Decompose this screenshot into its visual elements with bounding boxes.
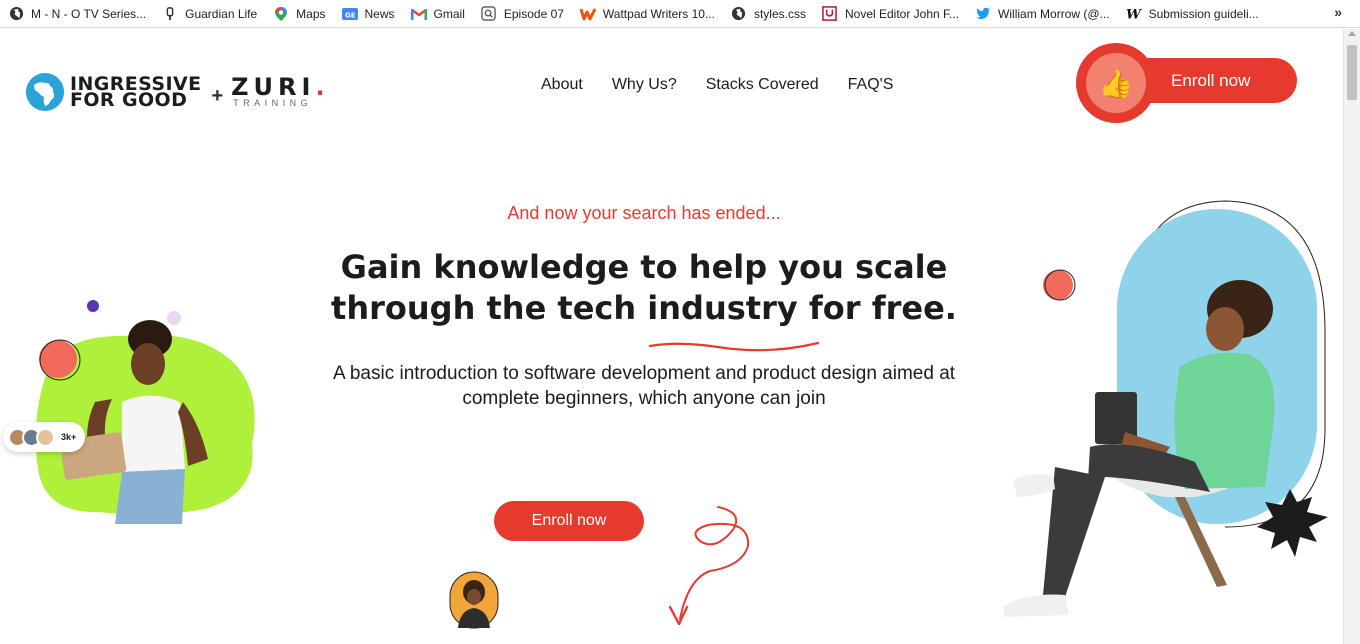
zuri-training-text: TRAINING xyxy=(233,98,313,108)
ingressive-line2: FOR GOOD xyxy=(70,89,188,111)
landing-page: INGRESSIVE FOR GOOD + ZURI. TRAINING Abo… xyxy=(0,29,1343,644)
wattpad-icon xyxy=(579,6,596,22)
more-bookmarks-button[interactable]: » xyxy=(1334,4,1342,20)
bookmark-novel-editor[interactable]: Novel Editor John F... xyxy=(814,0,967,28)
headline-underline-squiggle xyxy=(648,341,820,352)
guardian-icon xyxy=(162,6,178,22)
twitter-icon xyxy=(975,6,991,22)
avatar xyxy=(36,427,55,447)
bookmark-wattpad[interactable]: Wattpad Writers 10... xyxy=(572,0,723,28)
zuri-text: ZURI xyxy=(231,73,316,101)
bookmark-news[interactable]: GE News xyxy=(334,0,403,28)
bookmark-styles-css[interactable]: styles.css xyxy=(723,0,814,28)
scroll-thumb[interactable] xyxy=(1347,45,1357,100)
student-avatar-badge xyxy=(449,571,499,629)
bookmark-label: Episode 07 xyxy=(503,6,564,21)
gmail-icon xyxy=(410,6,427,22)
learners-count: 3k+ xyxy=(61,432,77,442)
zuri-dot: . xyxy=(315,73,330,101)
search-page-icon xyxy=(481,6,497,22)
bookmark-mno-tv[interactable]: M - N - O TV Series... xyxy=(0,0,154,28)
w-icon: W xyxy=(1126,6,1142,22)
bookmark-label: styles.css xyxy=(753,6,806,21)
globe-icon xyxy=(731,6,747,22)
bookmark-label: Wattpad Writers 10... xyxy=(602,6,715,21)
bookmark-maps[interactable]: Maps xyxy=(265,0,333,28)
maps-icon xyxy=(273,6,289,22)
scroll-up-arrow[interactable] xyxy=(1348,31,1356,36)
bookmark-label: M - N - O TV Series... xyxy=(31,6,147,21)
header-enroll-label: Enroll now xyxy=(1171,70,1251,90)
scrollbar[interactable] xyxy=(1343,29,1360,644)
thumbs-up-badge: 👍 xyxy=(1076,43,1156,123)
bookmark-label: Guardian Life xyxy=(185,6,258,21)
bookmark-submission[interactable]: W Submission guideli... xyxy=(1118,0,1267,28)
editor-icon xyxy=(822,6,838,22)
nav-faq[interactable]: FAQ'S xyxy=(848,76,894,94)
logo-plus: + xyxy=(211,84,224,107)
hero-enroll-button[interactable]: Enroll now xyxy=(494,501,644,541)
bookmark-guardian-life[interactable]: Guardian Life xyxy=(154,0,265,28)
learners-avatars-pill: 3k+ xyxy=(3,422,85,452)
svg-text:GE: GE xyxy=(345,11,356,19)
bookmark-gmail[interactable]: Gmail xyxy=(403,0,473,28)
hero-enroll-label: Enroll now xyxy=(531,512,607,529)
africa-globe-icon xyxy=(26,73,64,111)
news-icon: GE xyxy=(341,6,358,22)
nav-stacks-covered[interactable]: Stacks Covered xyxy=(706,76,819,94)
nav-why-us[interactable]: Why Us? xyxy=(612,76,677,94)
brand-logo[interactable]: INGRESSIVE FOR GOOD + ZURI. TRAINING xyxy=(26,73,330,111)
bookmark-episode-07[interactable]: Episode 07 xyxy=(473,0,572,28)
zuri-wordmark: ZURI. TRAINING xyxy=(231,73,330,108)
right-hero-illustration xyxy=(1003,200,1328,617)
bookmarks-bar: M - N - O TV Series... Guardian Life Map… xyxy=(0,0,1360,28)
curly-arrow-icon xyxy=(668,506,750,626)
bookmark-label: Maps xyxy=(296,6,326,21)
ingressive-wordmark: INGRESSIVE FOR GOOD xyxy=(70,75,201,111)
bookmark-label: News xyxy=(364,6,395,21)
bookmark-label: William Morrow (@... xyxy=(998,6,1110,21)
nav-about[interactable]: About xyxy=(541,76,583,94)
bookmark-william-morrow[interactable]: William Morrow (@... xyxy=(967,0,1118,28)
main-nav: About Why Us? Stacks Covered FAQ'S xyxy=(541,76,893,94)
svg-text:W: W xyxy=(1126,7,1142,21)
bookmark-label: Submission guideli... xyxy=(1148,6,1259,21)
thumbs-up-icon: 👍 xyxy=(1098,67,1134,99)
globe-icon xyxy=(8,6,24,22)
bookmark-label: Gmail xyxy=(433,6,465,21)
bookmark-label: Novel Editor John F... xyxy=(844,6,960,21)
